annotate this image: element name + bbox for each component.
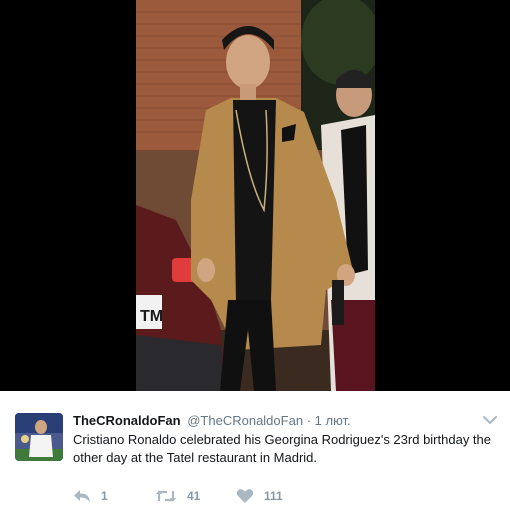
- photo-illustration: TM: [136, 0, 375, 391]
- license-plate-text: TM: [140, 308, 163, 325]
- tweet-photo[interactable]: TM: [136, 0, 375, 391]
- chevron-down-icon[interactable]: [482, 413, 498, 425]
- tweet-header: TheCRonaldoFan @TheCRonaldoFan · 1 лют.: [73, 412, 351, 429]
- tweet-media[interactable]: TM: [0, 0, 510, 391]
- retweet-icon: [156, 490, 176, 502]
- user-handle[interactable]: @TheCRonaldoFan: [187, 413, 303, 428]
- tweet: TheCRonaldoFan @TheCRonaldoFan · 1 лют. …: [0, 391, 510, 514]
- avatar-image: [15, 413, 63, 461]
- display-name[interactable]: TheCRonaldoFan: [73, 413, 181, 428]
- heart-icon: [236, 489, 254, 503]
- like-count: 111: [264, 489, 283, 503]
- reply-button[interactable]: 1: [73, 487, 108, 505]
- retweet-count: 41: [187, 489, 201, 503]
- avatar[interactable]: [15, 413, 63, 461]
- tweet-text: Cristiano Ronaldo celebrated his Georgin…: [73, 432, 491, 465]
- reply-count: 1: [101, 489, 108, 503]
- like-button[interactable]: 111: [236, 487, 283, 505]
- tweet-timestamp[interactable]: 1 лют.: [315, 413, 351, 428]
- reply-icon: [74, 490, 90, 502]
- retweet-button[interactable]: 41: [155, 487, 200, 505]
- separator-dot: ·: [306, 413, 312, 428]
